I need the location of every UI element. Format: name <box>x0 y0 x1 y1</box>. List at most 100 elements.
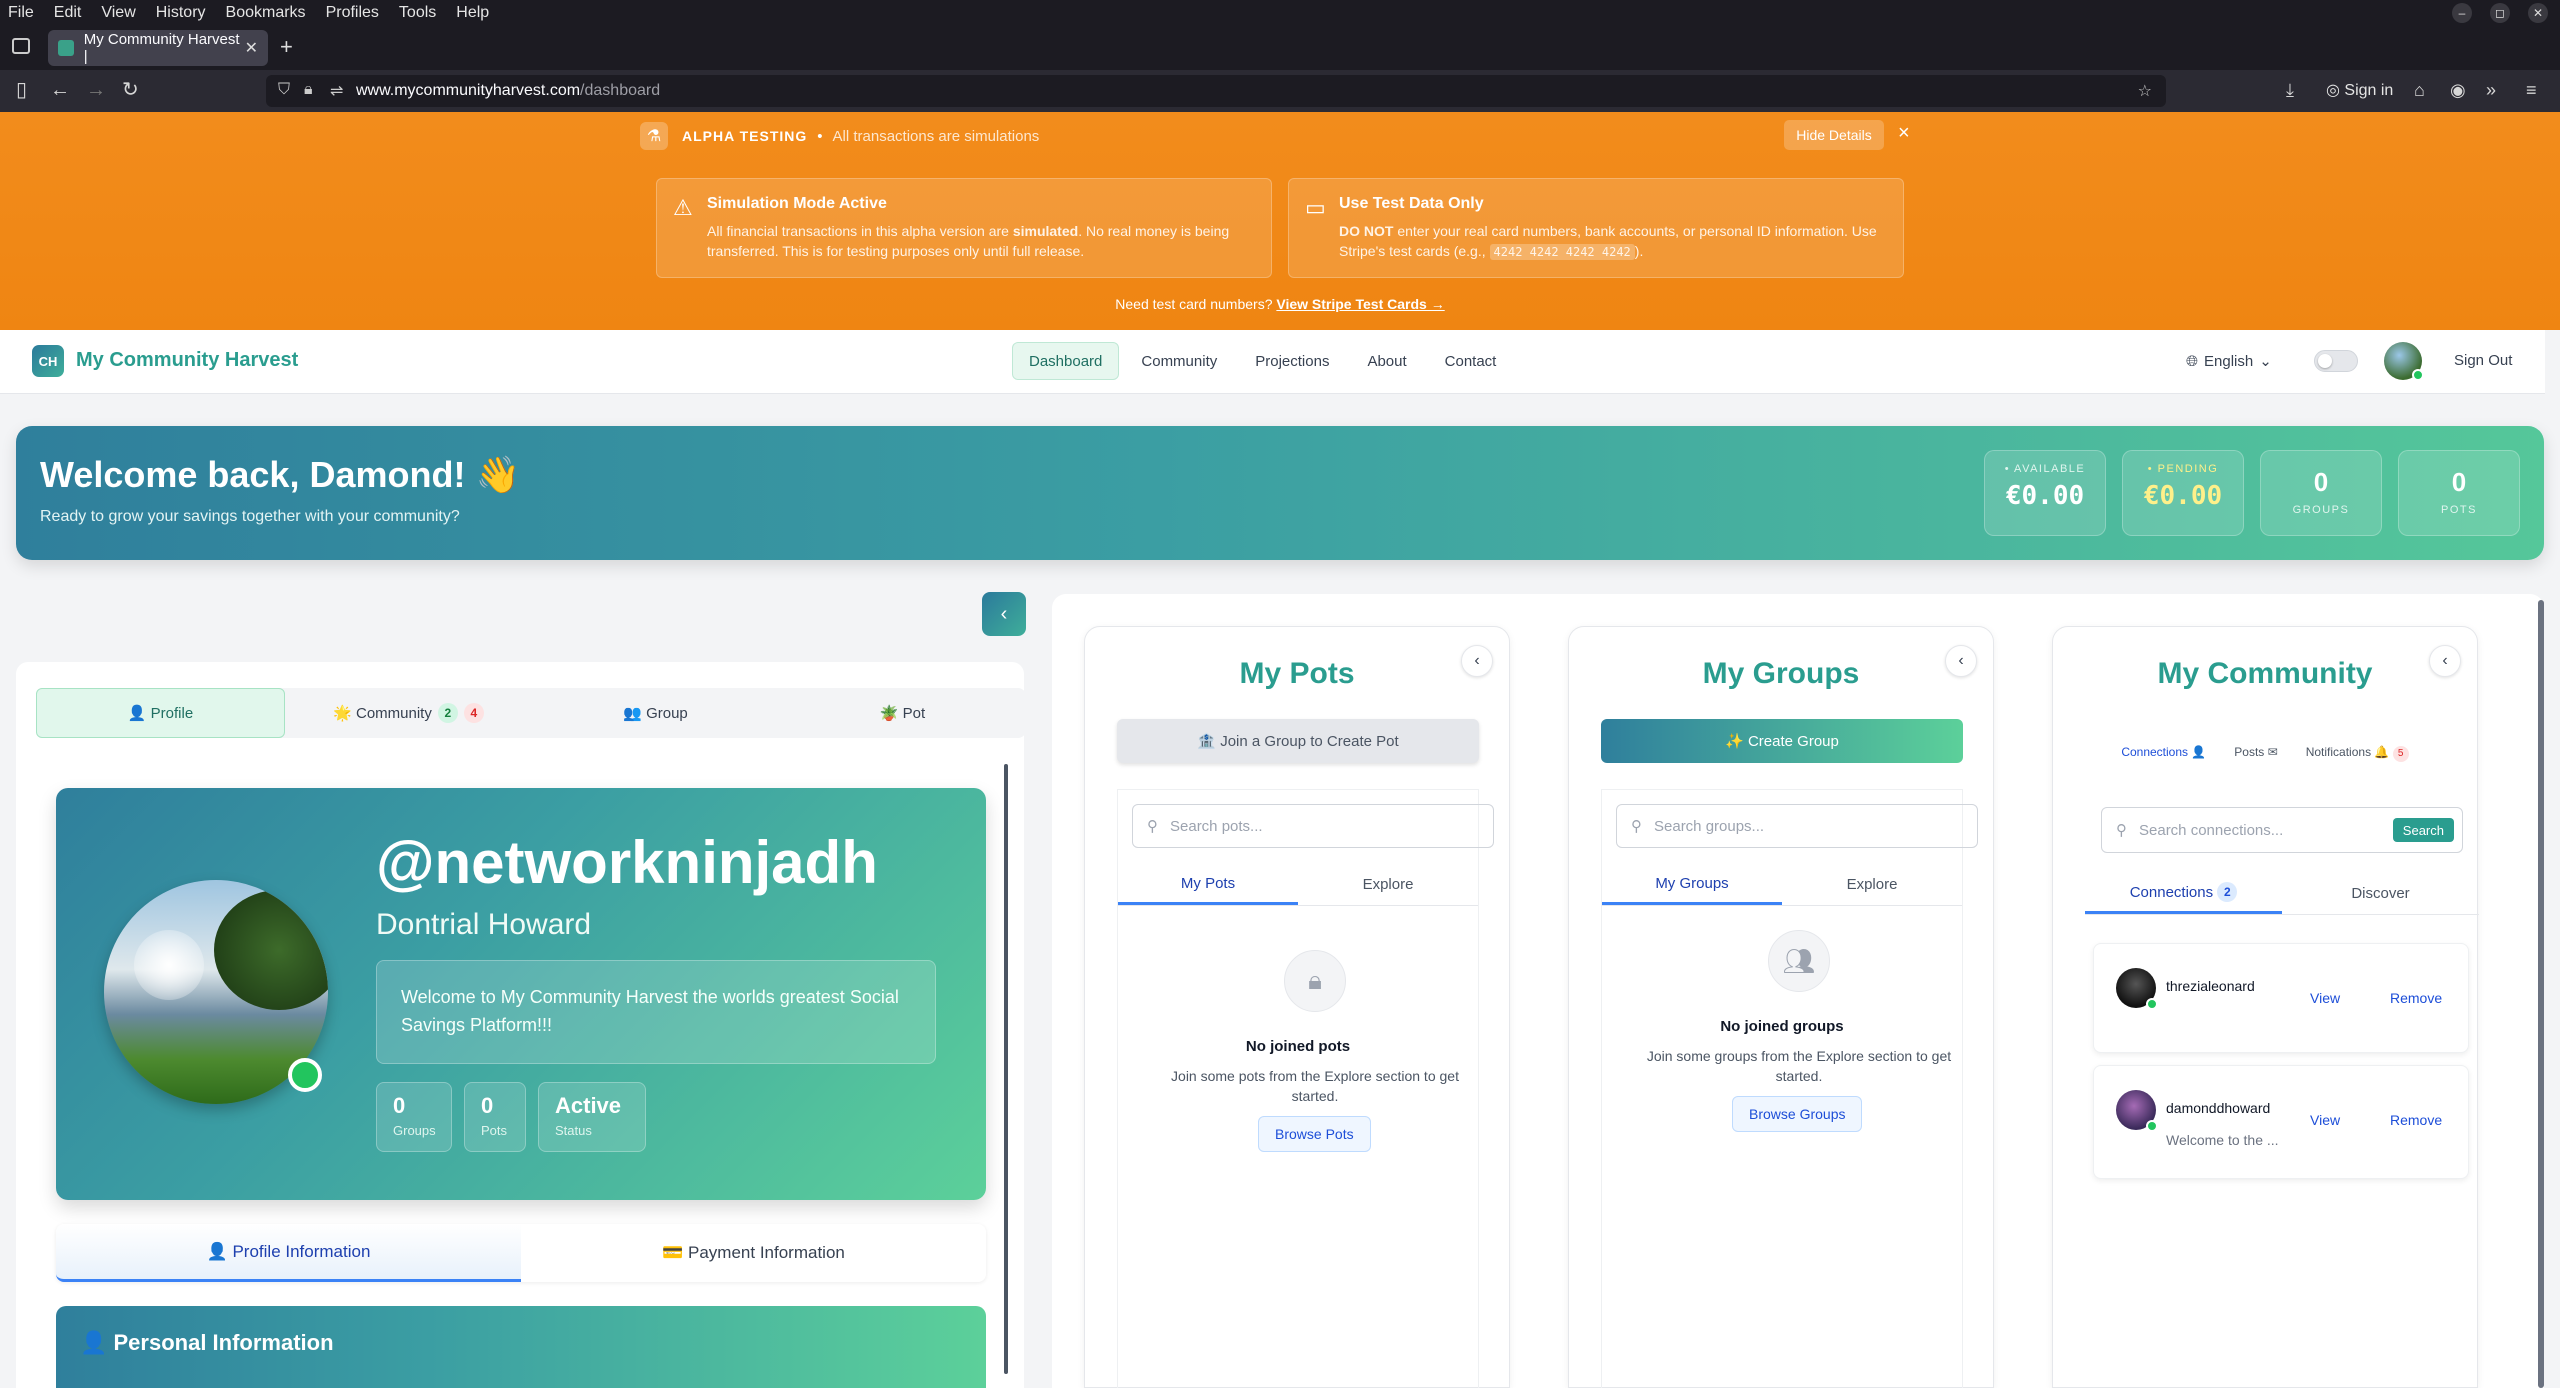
simulation-body-bold: simulated <box>1012 223 1079 239</box>
menu-history[interactable]: History <box>156 4 206 22</box>
pots-collapse-icon[interactable]: ‹ <box>1461 645 1493 677</box>
tab-pot[interactable]: 🪴 Pot <box>779 688 1026 738</box>
tab-profile-information[interactable]: 👤 Profile Information <box>56 1224 521 1282</box>
connections-search-button[interactable]: Search <box>2392 818 2454 842</box>
alpha-footer-text: Need test card numbers? <box>1115 296 1277 312</box>
avatar[interactable] <box>2384 342 2424 381</box>
community-collapse-icon[interactable]: ‹ <box>2429 645 2461 677</box>
profile-pots-stat: 0 Pots <box>464 1082 526 1152</box>
menu-bookmarks[interactable]: Bookmarks <box>226 4 306 22</box>
nav-contact[interactable]: Contact <box>1429 342 1513 380</box>
connections-search-input[interactable]: ⚲ Search connections... Search <box>2101 807 2463 853</box>
back-icon[interactable]: ← <box>50 79 70 101</box>
profile-pots-value: 0 <box>481 1093 494 1118</box>
groups-collapse-icon[interactable]: ‹ <box>1945 645 1977 677</box>
hide-details-button[interactable]: Hide Details <box>1784 120 1884 150</box>
browser-sign-in-label: Sign in <box>2344 82 2394 99</box>
my-groups-column: My Groups ‹ ✨ Create Group ⚲ Search grou… <box>1568 626 1994 1388</box>
tab-close-icon[interactable]: ✕ <box>245 38 258 58</box>
menu-help[interactable]: Help <box>456 4 489 22</box>
tab-list-icon[interactable] <box>12 38 30 54</box>
available-value: €0.00 <box>2005 481 2085 511</box>
menu-edit[interactable]: Edit <box>54 4 82 22</box>
nav-community[interactable]: Community <box>1125 342 1233 380</box>
tab-posts[interactable]: Posts ✉ <box>2234 745 2277 762</box>
tab-connections-list[interactable]: Connections 2 <box>2085 873 2282 914</box>
tab-connections[interactable]: Connections 👤 <box>2121 745 2206 762</box>
nav-about[interactable]: About <box>1351 342 1422 380</box>
alpha-label: ALPHA TESTING <box>682 128 808 144</box>
pots-search-input[interactable]: ⚲ Search pots... <box>1132 804 1494 848</box>
menu-view[interactable]: View <box>101 4 135 22</box>
nav-projections[interactable]: Projections <box>1239 342 1345 380</box>
overflow-icon[interactable]: » <box>2486 79 2496 101</box>
view-connection-button[interactable]: View <box>2310 1112 2340 1128</box>
tab-group[interactable]: 👥 Group <box>532 688 779 738</box>
create-group-button[interactable]: ✨ Create Group <box>1601 719 1963 763</box>
restore-icon[interactable]: ◻ <box>2490 3 2510 23</box>
close-window-icon[interactable]: ✕ <box>2528 3 2548 23</box>
menu-file[interactable]: File <box>8 4 34 22</box>
browser-tab-active[interactable]: My Community Harvest | ✕ <box>48 30 268 66</box>
connection-avatar[interactable] <box>2116 1090 2158 1132</box>
groups-search-input[interactable]: ⚲ Search groups... <box>1616 804 1978 848</box>
credit-card-icon: ▭ <box>1305 195 1326 220</box>
favicon-icon <box>58 40 74 56</box>
connection-avatar[interactable] <box>2116 968 2158 1010</box>
connection-card: threzialeonard View Remove <box>2093 943 2469 1053</box>
remove-connection-button[interactable]: Remove <box>2390 990 2442 1006</box>
sidebar-toggle-icon[interactable]: ▯ <box>16 79 27 101</box>
new-tab-icon[interactable]: + <box>280 34 293 60</box>
reload-icon[interactable]: ↻ <box>122 79 139 101</box>
groups-subtabs: My Groups Explore <box>1602 864 1962 906</box>
pots-stat: 0 POTS <box>2398 450 2520 536</box>
view-connection-button[interactable]: View <box>2310 990 2340 1006</box>
groups-stat-label: GROUPS <box>2292 504 2350 516</box>
tab-notifications[interactable]: Notifications 🔔 5 <box>2306 745 2409 762</box>
browser-sign-in[interactable]: ◎ Sign in <box>2326 80 2393 100</box>
menu-profiles[interactable]: Profiles <box>326 4 379 22</box>
forward-icon[interactable]: → <box>86 79 106 101</box>
extensions-icon[interactable]: ⌂ <box>2414 79 2425 101</box>
left-panel-scrollbar[interactable] <box>1004 764 1008 1374</box>
tab-explore-pots[interactable]: Explore <box>1298 864 1478 905</box>
avatar-tree-shape <box>214 890 328 1010</box>
browser-menubar: File Edit View History Bookmarks Profile… <box>0 0 2560 26</box>
browse-pots-button[interactable]: Browse Pots <box>1258 1116 1371 1152</box>
join-group-to-create-pot-button[interactable]: 🏦 Join a Group to Create Pot <box>1117 719 1479 763</box>
tab-explore-groups[interactable]: Explore <box>1782 864 1962 905</box>
brand-name[interactable]: My Community Harvest <box>76 349 298 372</box>
color-extension-icon[interactable]: ◉ <box>2450 79 2466 101</box>
alpha-tagline: All transactions are simulations <box>832 127 1040 145</box>
tab-discover[interactable]: Discover <box>2282 873 2479 914</box>
tab-my-groups[interactable]: My Groups <box>1602 864 1782 905</box>
remove-connection-button[interactable]: Remove <box>2390 1112 2442 1128</box>
search-icon: ⚲ <box>1631 818 1642 835</box>
tab-community[interactable]: 🌟 Community 2 4 <box>285 688 532 738</box>
alpha-close-icon[interactable]: × <box>1898 122 1910 145</box>
nav-dashboard[interactable]: Dashboard <box>1012 342 1120 380</box>
collapse-left-panel-button[interactable]: ‹ <box>982 592 1026 636</box>
logo[interactable]: CH <box>32 345 64 377</box>
app-menu-icon[interactable]: ≡ <box>2526 79 2537 101</box>
bookmark-star-icon[interactable]: ☆ <box>2138 81 2152 101</box>
profile-full-name: Dontrial Howard <box>376 908 592 941</box>
language-select[interactable]: 🌐︎ English ⌄ <box>2186 352 2272 371</box>
shield-icon[interactable]: ⛉ <box>278 81 290 99</box>
minimize-icon[interactable]: – <box>2452 3 2472 23</box>
sign-out-button[interactable]: Sign Out <box>2454 352 2512 369</box>
permissions-icon[interactable]: ⇌ <box>330 81 343 101</box>
tab-my-pots[interactable]: My Pots <box>1118 864 1298 905</box>
browse-groups-button[interactable]: Browse Groups <box>1732 1096 1863 1132</box>
downloads-icon[interactable]: ⤓ <box>2286 79 2294 101</box>
tab-profile[interactable]: 👤 Profile <box>36 688 285 738</box>
url-bar[interactable]: ⛉ 🔒︎ ⇌ www.mycommunityharvest.com /dashb… <box>266 75 2166 107</box>
stripe-test-cards-link[interactable]: View Stripe Test Cards → <box>1276 296 1444 312</box>
menu-tools[interactable]: Tools <box>399 4 436 22</box>
pots-empty-title: No joined pots <box>1245 1038 1351 1055</box>
tab-payment-information[interactable]: 💳 Payment Information <box>521 1224 986 1282</box>
theme-toggle[interactable] <box>2314 350 2358 372</box>
test-data-body-bold: DO NOT <box>1339 223 1394 239</box>
page-scrollbar[interactable] <box>2538 600 2544 1388</box>
lock-icon[interactable]: 🔒︎ <box>304 81 313 99</box>
